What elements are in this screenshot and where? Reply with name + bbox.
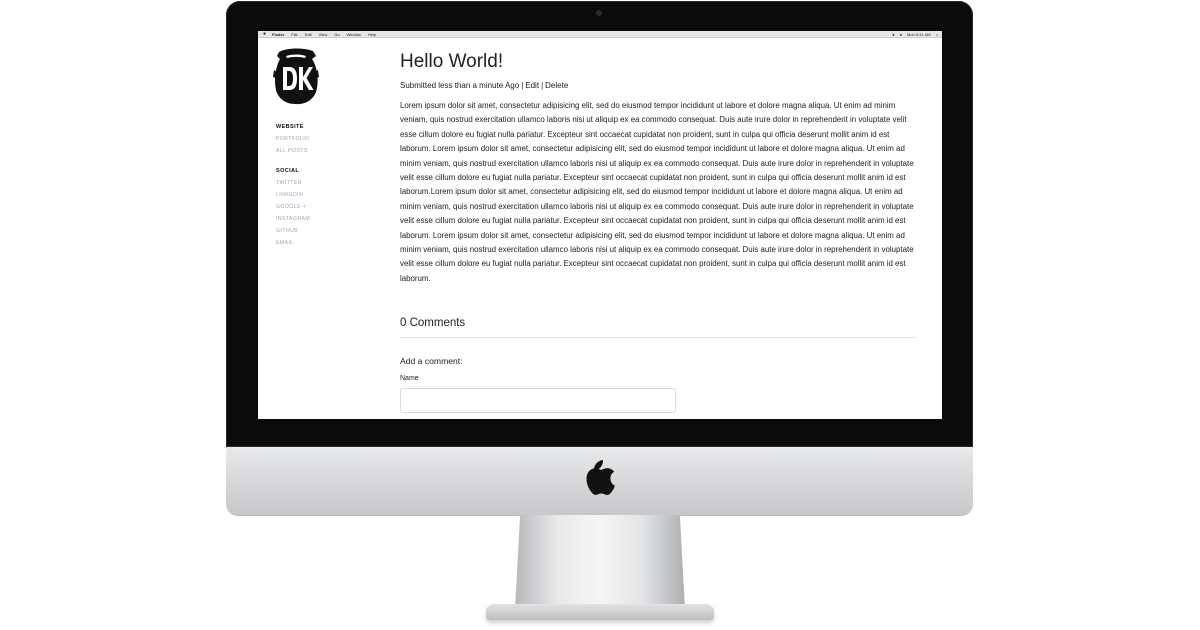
post-meta: Submitted less than a minute Ago | Edit … [400,81,568,90]
edit-post-link[interactable]: Edit [525,81,539,90]
nav-link-instagram[interactable]: INSTAGRAM [276,216,310,222]
nav-heading-social: SOCIAL [276,168,300,174]
nav-link-all-posts[interactable]: ALL POSTS [276,148,308,154]
post-title: Hello World! [400,51,504,72]
apple-menu-icon[interactable]: ● [263,31,266,37]
menu-window[interactable]: Window [347,32,361,37]
nav-link-google-plus[interactable]: GOOGLE + [276,204,306,210]
menu-status-area: ● ● Mon 9:41 AM ○ [892,32,938,37]
nav-link-linkedin[interactable]: LINKEDIN [276,192,303,198]
volume-icon[interactable]: ● [900,32,902,37]
menu-file[interactable]: File [291,32,297,37]
imac-base [486,604,714,620]
comments-count: 0 Comments [400,317,466,329]
name-label: Name [400,375,419,382]
menu-go[interactable]: Go [334,32,339,37]
menu-app-name[interactable]: Finder [272,32,284,37]
nav-link-portfolio[interactable]: PORTFOLIO [276,136,309,142]
post-submitted-time: Submitted less than a minute Ago [400,81,520,90]
meta-separator: | [521,81,524,90]
nav-heading-website: WEBSITE [276,124,304,130]
dk-logo-icon [273,48,319,105]
spotlight-icon[interactable]: ○ [936,32,938,37]
add-comment-label: Add a comment: [400,356,463,366]
menu-bar: ● Finder File Edit View Go Window Help ●… [258,31,942,38]
imac-stand [515,515,685,610]
menu-clock[interactable]: Mon 9:41 AM [907,32,931,37]
menu-view[interactable]: View [319,32,328,37]
name-input[interactable] [400,388,676,413]
post-body: Lorem ipsum dolor sit amet, consectetur … [400,101,914,283]
screen: ● Finder File Edit View Go Window Help ●… [258,31,942,419]
nav-link-twitter[interactable]: TWITTER [276,180,302,186]
camera [596,10,602,16]
nav-link-email[interactable]: EMAIL [276,240,294,246]
delete-post-link[interactable]: Delete [545,81,568,90]
meta-separator: | [541,81,544,90]
apple-logo-icon [586,460,615,495]
menu-edit[interactable]: Edit [305,32,312,37]
menu-help[interactable]: Help [368,32,376,37]
wifi-icon[interactable]: ● [892,32,894,37]
nav-link-github[interactable]: GITHUB [276,228,298,234]
comments-divider [400,337,916,338]
